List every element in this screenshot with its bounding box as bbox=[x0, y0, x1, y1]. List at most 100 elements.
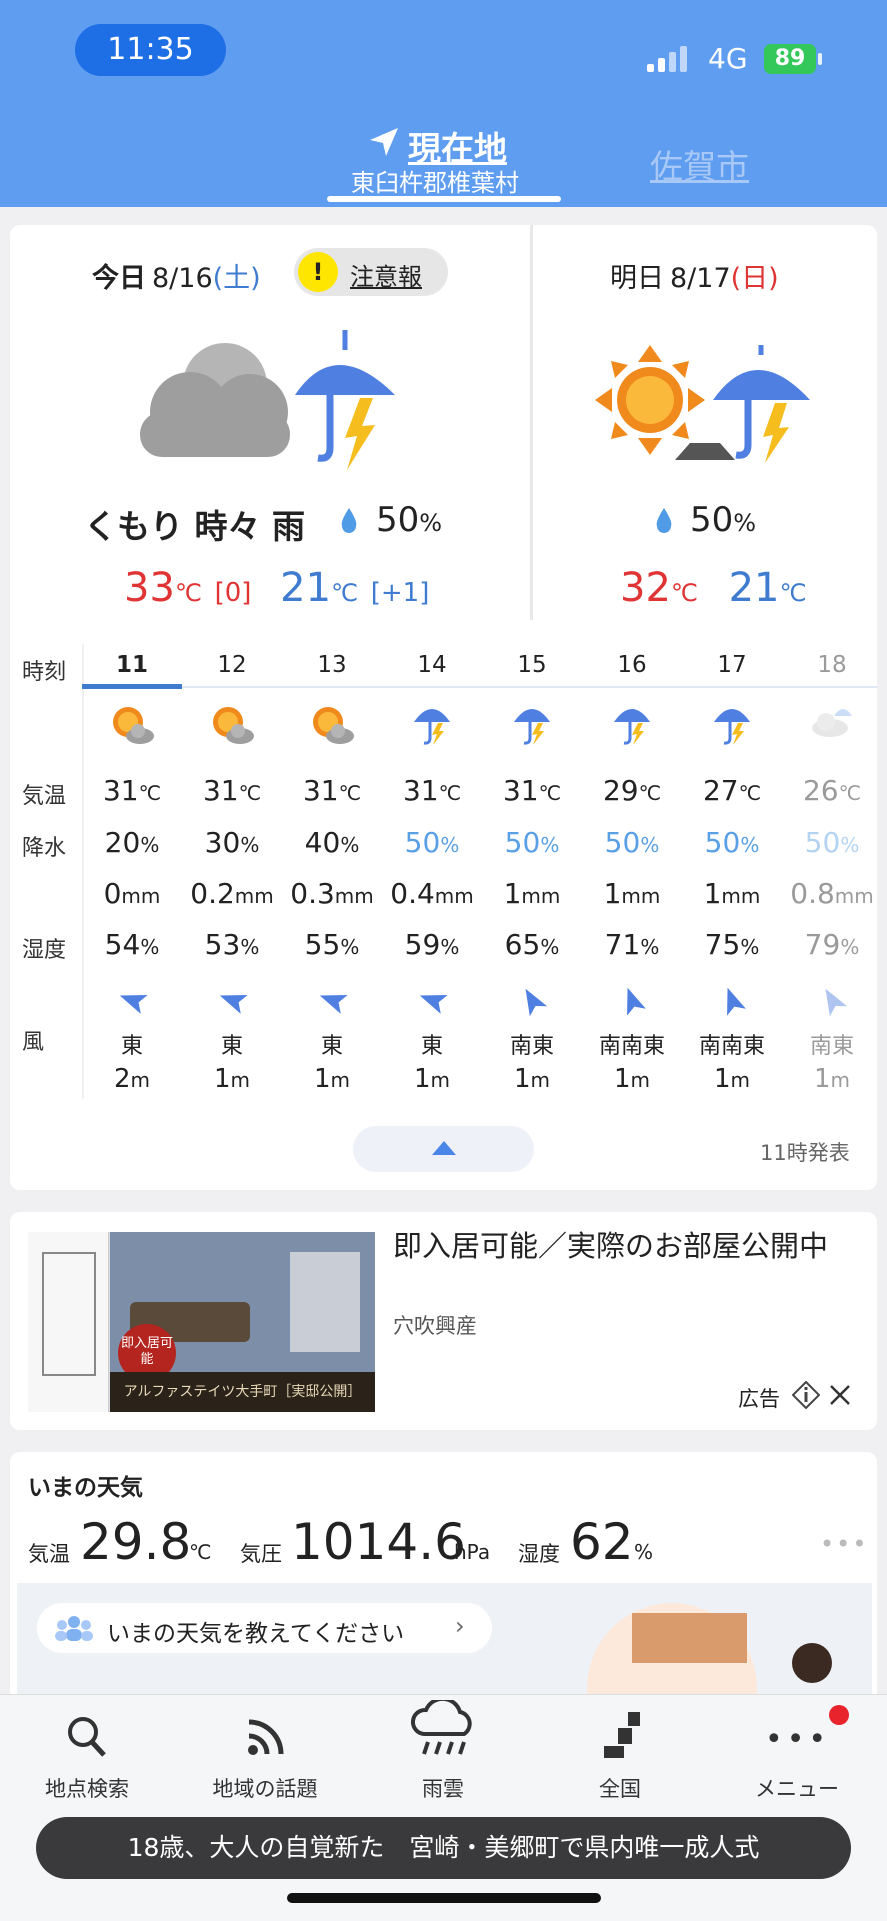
nav-topics[interactable]: 地域の話題 bbox=[185, 1773, 345, 1803]
rain-cloud-icon[interactable] bbox=[410, 1700, 478, 1762]
hour-wind-speed: 1m bbox=[613, 1064, 651, 1094]
now-title: いまの天気 bbox=[28, 1475, 143, 1501]
hour-column: 15 31℃ 50% 1mm 65% 南東 1m bbox=[482, 644, 582, 1099]
signal-icon bbox=[647, 44, 689, 72]
status-time: 11:35 bbox=[75, 24, 226, 76]
umbrella-thunder-icon bbox=[382, 702, 482, 753]
today-pop: 50% bbox=[376, 500, 443, 540]
ad-label: 広告 bbox=[738, 1387, 780, 1411]
hour-precip-mm: 0.2mm bbox=[190, 877, 274, 910]
hour-label: 12 bbox=[217, 652, 247, 678]
raindrop-icon bbox=[341, 508, 357, 533]
wind-arrow-icon bbox=[82, 984, 182, 1017]
umbrella-thunder-icon bbox=[482, 702, 582, 753]
network-type: 4G bbox=[708, 42, 748, 75]
window-shape bbox=[290, 1252, 360, 1352]
hour-wind-speed: 1m bbox=[213, 1064, 251, 1094]
more-icon[interactable]: ••• bbox=[820, 1530, 868, 1558]
people-icon bbox=[55, 1616, 93, 1641]
hour-temp: 31℃ bbox=[102, 774, 162, 807]
hour-temp: 27℃ bbox=[702, 774, 762, 807]
hour-column: 14 31℃ 50% 0.4mm 59% 東 1m bbox=[382, 644, 482, 1099]
collapse-button[interactable] bbox=[353, 1126, 534, 1172]
wind-arrow-icon bbox=[582, 984, 682, 1017]
now-pressure-label: 気圧 bbox=[240, 1542, 282, 1566]
current-location-name: 東臼杵郡椎葉村 bbox=[351, 169, 519, 197]
wind-arrow-icon bbox=[182, 984, 282, 1017]
hour-temp: 29℃ bbox=[602, 774, 662, 807]
tomorrow-pop: 50% bbox=[690, 500, 757, 540]
hour-pop: 30% bbox=[204, 826, 260, 859]
now-pressure-unit: hPa bbox=[454, 1540, 491, 1564]
hour-column: 13 31℃ 40% 0.3mm 55% 東 1m bbox=[282, 644, 382, 1099]
hour-column: 12 31℃ 30% 0.2mm 53% 東 1m bbox=[182, 644, 282, 1099]
hour-precip-mm: 0.3mm bbox=[290, 877, 374, 910]
label-temp: 気温 bbox=[22, 784, 67, 809]
hour-wind-direction: 南南東 bbox=[598, 1034, 665, 1059]
sun-cloud-icon bbox=[282, 702, 382, 753]
floorplan-outline bbox=[42, 1252, 96, 1376]
hour-humidity: 54% bbox=[104, 928, 160, 961]
day-divider bbox=[530, 225, 533, 620]
ad-info-icon[interactable] bbox=[792, 1381, 820, 1409]
hour-pop: 50% bbox=[404, 826, 460, 859]
news-ticker[interactable]: 18歳、大人の自覚新た 宮崎・美郷町で県内唯一成人式 bbox=[36, 1817, 851, 1879]
hour-humidity: 71% bbox=[604, 928, 660, 961]
hour-temp: 31℃ bbox=[502, 774, 562, 807]
home-indicator bbox=[287, 1893, 601, 1903]
hour-humidity: 55% bbox=[304, 928, 360, 961]
hour-precip-mm: 0mm bbox=[103, 877, 161, 910]
hour-wind-speed: 1m bbox=[313, 1064, 351, 1094]
nav-search[interactable]: 地点検索 bbox=[7, 1773, 167, 1803]
nav-rain-radar[interactable]: 雨雲 bbox=[363, 1773, 523, 1803]
tab-saga[interactable]: 佐賀市 bbox=[650, 140, 749, 188]
hour-pop: 50% bbox=[504, 826, 560, 859]
now-temp: 29.8 bbox=[80, 1513, 192, 1571]
hour-pop: 50% bbox=[704, 826, 760, 859]
sun-to-umbrella-thunder-icon bbox=[595, 345, 810, 463]
umbrella-thunder-icon bbox=[582, 702, 682, 753]
label-time: 時刻 bbox=[22, 660, 67, 685]
tomorrow-temps: 32℃ 21℃ bbox=[620, 565, 807, 611]
ad-title[interactable]: 即入居可能／実際のお部屋公開中 bbox=[393, 1228, 853, 1265]
hour-pop: 20% bbox=[104, 826, 160, 859]
chevron-right-icon: › bbox=[455, 1612, 465, 1640]
battery-icon: 89 bbox=[764, 44, 816, 74]
hour-wind-direction: 南東 bbox=[509, 1034, 554, 1059]
today-temps: 33℃ [0] 21℃ [+1] bbox=[124, 565, 430, 611]
hour-label: 15 bbox=[517, 652, 547, 678]
hour-humidity: 75% bbox=[704, 928, 760, 961]
ad-caption: アルファステイツ大手町［実邸公開］ bbox=[110, 1372, 375, 1412]
hour-pop: 50% bbox=[604, 826, 660, 859]
nav-national[interactable]: 全国 bbox=[540, 1773, 700, 1803]
ad-image[interactable]: 即入居可能 アルファステイツ大手町［実邸公開］ bbox=[28, 1232, 375, 1412]
hour-humidity: 59% bbox=[404, 928, 460, 961]
chevron-up-icon bbox=[432, 1141, 456, 1155]
menu-icon[interactable]: ••• bbox=[765, 1722, 830, 1757]
hour-wind-speed: 1m bbox=[813, 1064, 851, 1094]
hour-precip-mm: 1mm bbox=[603, 877, 661, 910]
hour-humidity: 79% bbox=[804, 928, 860, 961]
weather-report-button[interactable]: いまの天気を教えてください › bbox=[37, 1603, 492, 1653]
hour-wind-speed: 2m bbox=[113, 1064, 151, 1094]
issue-time: 11時発表 bbox=[760, 1141, 850, 1165]
now-pressure: 1014.6 bbox=[291, 1513, 466, 1571]
nav-menu[interactable]: メニュー bbox=[717, 1773, 877, 1803]
hour-column: 17 27℃ 50% 1mm 75% 南南東 1m bbox=[682, 644, 782, 1099]
today-date-row: 今日 8/16(土) bbox=[92, 263, 261, 294]
search-icon[interactable] bbox=[66, 1715, 106, 1759]
japan-map-icon[interactable] bbox=[600, 1712, 644, 1760]
person-illustration bbox=[792, 1643, 832, 1683]
hour-label: 18 bbox=[817, 652, 847, 678]
tomorrow-date-row: 明日 8/17(日) bbox=[610, 263, 779, 294]
hour-temp: 31℃ bbox=[402, 774, 462, 807]
hour-wind-speed: 1m bbox=[513, 1064, 551, 1094]
today-condition: くもり 時々 雨 bbox=[84, 507, 305, 546]
alert-label[interactable]: 注意報 bbox=[350, 257, 422, 292]
hour-humidity: 53% bbox=[204, 928, 260, 961]
close-icon[interactable] bbox=[828, 1383, 852, 1407]
hourly-table[interactable]: 11 31℃ 20% 0mm 54% 東 2m 12 31℃ 30% 0.2mm 53% 東 1m 13 31… bbox=[82, 644, 877, 1099]
hour-wind-direction: 南南東 bbox=[698, 1034, 765, 1059]
floorplan-image bbox=[28, 1232, 109, 1412]
feed-icon[interactable] bbox=[245, 1718, 285, 1758]
